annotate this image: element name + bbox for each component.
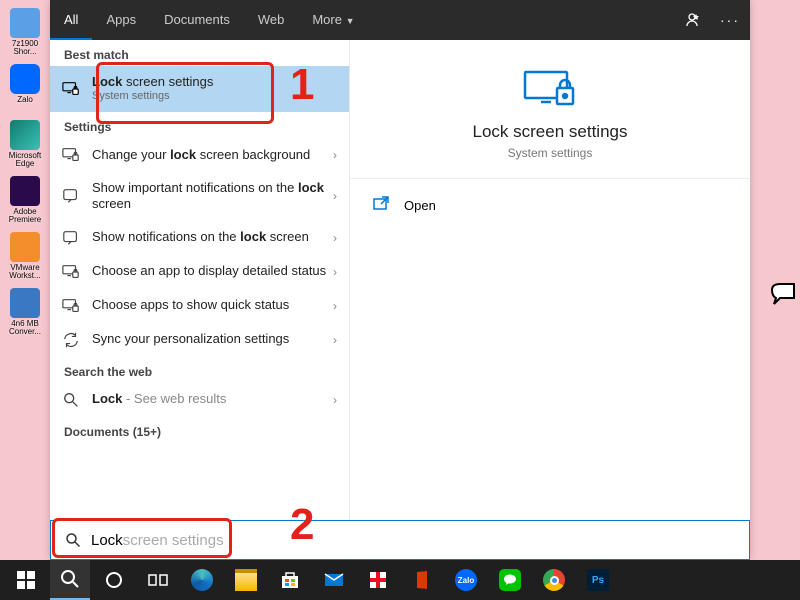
preview-title: Lock screen settings [360,122,740,142]
taskbar-zalo[interactable]: Zalo [446,560,486,600]
result-web-lock[interactable]: Lock - See web results › [50,383,349,417]
desktop-icon[interactable]: 4n6 MB Conver... [3,288,47,340]
chevron-right-icon: › [333,333,337,347]
chevron-right-icon: › [333,393,337,407]
chevron-right-icon: › [333,189,337,203]
search-icon [65,532,81,548]
section-search-web: Search the web [50,357,349,383]
desktop-icon[interactable]: 7z1900 Shor... [3,8,47,60]
taskbar-photoshop[interactable]: Ps [578,560,618,600]
monitor-lock-icon [62,80,80,98]
section-best-match: Best match [50,40,349,66]
result-sync-personalization[interactable]: Sync your personalization settings › [50,323,349,357]
notification-icon [62,187,80,205]
sync-icon [62,331,80,349]
desktop-icon[interactable]: Microsoft Edge [3,120,47,172]
taskbar-search[interactable] [50,560,90,600]
taskbar-app-gift[interactable] [358,560,398,600]
tab-more[interactable]: More ▼ [298,0,368,40]
monitor-lock-icon [62,146,80,164]
action-open[interactable]: Open [350,185,750,226]
result-show-important-notifications[interactable]: Show important notifications on the lock… [50,172,349,221]
section-documents: Documents (15+) [50,417,349,443]
result-choose-quick-status-apps[interactable]: Choose apps to show quick status › [50,289,349,323]
open-icon [372,195,390,216]
result-choose-detailed-status-app[interactable]: Choose an app to display detailed status… [50,255,349,289]
speech-bubble-icon [770,282,796,306]
tab-apps[interactable]: Apps [92,0,150,40]
taskbar-edge[interactable] [182,560,222,600]
tab-web[interactable]: Web [244,0,299,40]
result-show-notifications[interactable]: Show notifications on the lock screen › [50,221,349,255]
feedback-icon[interactable] [686,12,702,28]
notification-icon [62,229,80,247]
preview-column: Lock screen settings System settings Ope… [350,40,750,520]
search-typed-text: Lock [91,532,123,549]
monitor-lock-icon [523,70,577,108]
taskbar-line[interactable] [490,560,530,600]
taskbar-microsoft-store[interactable] [270,560,310,600]
search-suggestion-text: screen settings [123,532,224,549]
taskbar-file-explorer[interactable] [226,560,266,600]
taskbar-chrome[interactable] [534,560,574,600]
results-column: Best match Lock screen settingsSystem se… [50,40,350,520]
chevron-right-icon: › [333,231,337,245]
result-change-lock-background[interactable]: Change your lock screen background › [50,138,349,172]
taskbar-mail[interactable] [314,560,354,600]
taskbar: Zalo Ps [0,560,800,600]
more-options-icon[interactable]: ··· [720,12,736,28]
tab-all[interactable]: All [50,0,92,40]
preview-subtitle: System settings [360,146,740,160]
taskbar-cortana[interactable] [94,560,134,600]
desktop-icon[interactable]: Zalo [3,64,47,116]
desktop-icon[interactable]: VMware Workst... [3,232,47,284]
search-tabs: All Apps Documents Web More ▼ ··· [50,0,750,40]
tab-documents[interactable]: Documents [150,0,244,40]
chevron-right-icon: › [333,299,337,313]
monitor-lock-icon [62,297,80,315]
result-lock-screen-settings[interactable]: Lock screen settingsSystem settings [50,66,349,112]
search-icon [62,391,80,409]
search-panel: All Apps Documents Web More ▼ ··· Best m… [50,0,750,560]
start-button[interactable] [6,560,46,600]
taskbar-office[interactable] [402,560,442,600]
search-input[interactable]: Lock screen settings [50,520,750,560]
result-preview: Lock screen settings System settings [350,40,750,179]
monitor-lock-icon [62,263,80,281]
desktop: 7z1900 Shor... Zalo Microsoft Edge Adobe… [0,0,50,560]
chevron-right-icon: › [333,148,337,162]
chevron-right-icon: › [333,265,337,279]
section-settings: Settings [50,112,349,138]
taskbar-task-view[interactable] [138,560,178,600]
desktop-icon[interactable]: Adobe Premiere [3,176,47,228]
